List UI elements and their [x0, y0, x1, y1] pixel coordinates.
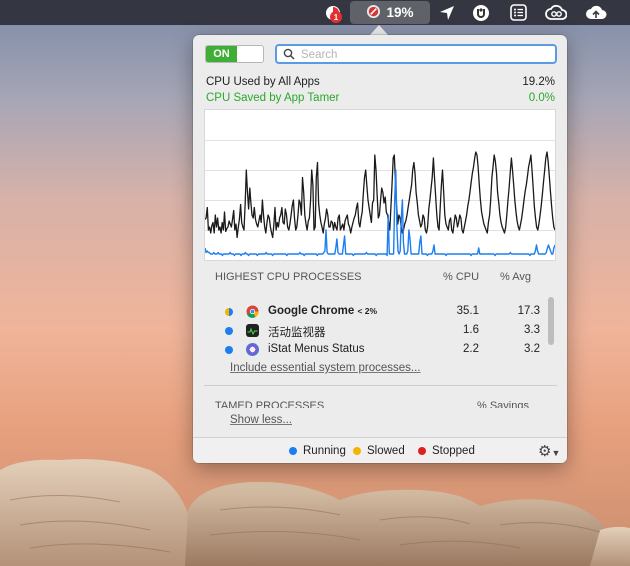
on-off-toggle[interactable]: ON: [205, 45, 264, 63]
cpu-used-label: CPU Used by All Apps: [206, 75, 320, 88]
app-tamer-menu[interactable]: 19%: [350, 1, 430, 24]
legend-footer: Running Slowed Stopped ⚙▼: [193, 437, 567, 463]
legend-running: Running: [289, 445, 346, 457]
shield-monitor-icon[interactable]: [468, 0, 494, 25]
process-name: 活动监视器: [268, 327, 326, 339]
cpu-graph-svg: [204, 140, 556, 257]
search-field[interactable]: [275, 44, 557, 64]
process-name: iStat Menus Status: [268, 343, 365, 355]
processes-scrollbar[interactable]: [548, 297, 554, 345]
search-icon: [283, 48, 295, 60]
list-icon[interactable]: [506, 0, 530, 25]
status-running-dot: [225, 327, 233, 335]
slowed-dot: [353, 447, 361, 455]
stopped-dot: [418, 447, 426, 455]
legend-slowed: Slowed: [353, 445, 405, 457]
cloud-upload-icon[interactable]: [582, 0, 610, 25]
app-tamer-popover: ON CPU Used by All Apps 19.2% CPU Saved …: [193, 35, 567, 463]
process-cpu: 2.2: [463, 343, 479, 355]
creative-cloud-icon[interactable]: [542, 0, 570, 25]
cpu-saved-value: 0.0%: [528, 91, 555, 104]
cpu-used-value: 19.2%: [522, 75, 555, 88]
app-tamer-icon: [366, 4, 381, 22]
processes-header-cpu: % CPU: [443, 271, 480, 283]
cpu-used-row: CPU Used by All Apps 19.2%: [206, 74, 555, 89]
section-divider: [204, 385, 557, 386]
toggle-on-label: ON: [206, 46, 237, 62]
tamed-header-title: TAMED PROCESSES: [215, 400, 325, 408]
legend-stopped: Stopped: [418, 445, 475, 457]
process-avg: 17.3: [517, 305, 540, 317]
total-cpu-line: [204, 151, 556, 239]
menu-bar: 1 19%: [0, 0, 630, 25]
process-cpu: 35.1: [456, 305, 479, 317]
chevron-down-icon: ▼: [551, 448, 561, 458]
process-row[interactable]: Google Chrome < 2% 35.1 17.3: [215, 304, 540, 320]
app-tamer-cpu-percent: 19%: [386, 5, 414, 20]
istat-menus-icon: [246, 343, 259, 356]
processes-header-title: HIGHEST CPU PROCESSES: [215, 271, 362, 283]
process-avg: 3.2: [524, 343, 540, 355]
processes-header-avg: % Avg: [500, 271, 531, 283]
show-less-link[interactable]: Show less...: [230, 414, 292, 426]
cpu-saved-row: CPU Saved by App Tamer 0.0%: [206, 90, 555, 105]
status-running-dot: [225, 346, 233, 354]
status-running-dot: [225, 308, 233, 316]
tamed-processes-header: TAMED PROCESSES % Savings: [215, 400, 535, 408]
process-row[interactable]: iStat Menus Status 2.2 3.2: [215, 342, 540, 358]
gear-icon[interactable]: ⚙▼: [538, 442, 560, 460]
activity-monitor-icon: [246, 324, 259, 337]
process-cpu: 1.6: [463, 324, 479, 336]
legend-stopped-label: Stopped: [432, 445, 475, 457]
cpu-saved-label: CPU Saved by App Tamer: [206, 91, 340, 104]
legend-running-label: Running: [303, 445, 346, 457]
processes-header: HIGHEST CPU PROCESSES % CPU % Avg: [215, 271, 545, 285]
process-name: Google Chrome < 2%: [268, 305, 378, 317]
include-system-processes-link[interactable]: Include essential system processes...: [230, 362, 420, 374]
process-avg: 3.3: [524, 324, 540, 336]
search-input[interactable]: [301, 47, 551, 62]
tamed-header-savings: % Savings: [477, 400, 529, 408]
legend-slowed-label: Slowed: [367, 445, 405, 457]
cpu-usage-graph: [204, 109, 556, 261]
process-row[interactable]: 活动监视器 1.6 3.3: [215, 323, 540, 339]
chrome-icon: [246, 305, 259, 318]
running-dot: [289, 447, 297, 455]
notification-badge: 1: [330, 11, 342, 23]
notification-icon[interactable]: 1: [320, 0, 346, 25]
popover-arrow: [370, 25, 388, 35]
location-arrow-icon[interactable]: [436, 0, 458, 25]
